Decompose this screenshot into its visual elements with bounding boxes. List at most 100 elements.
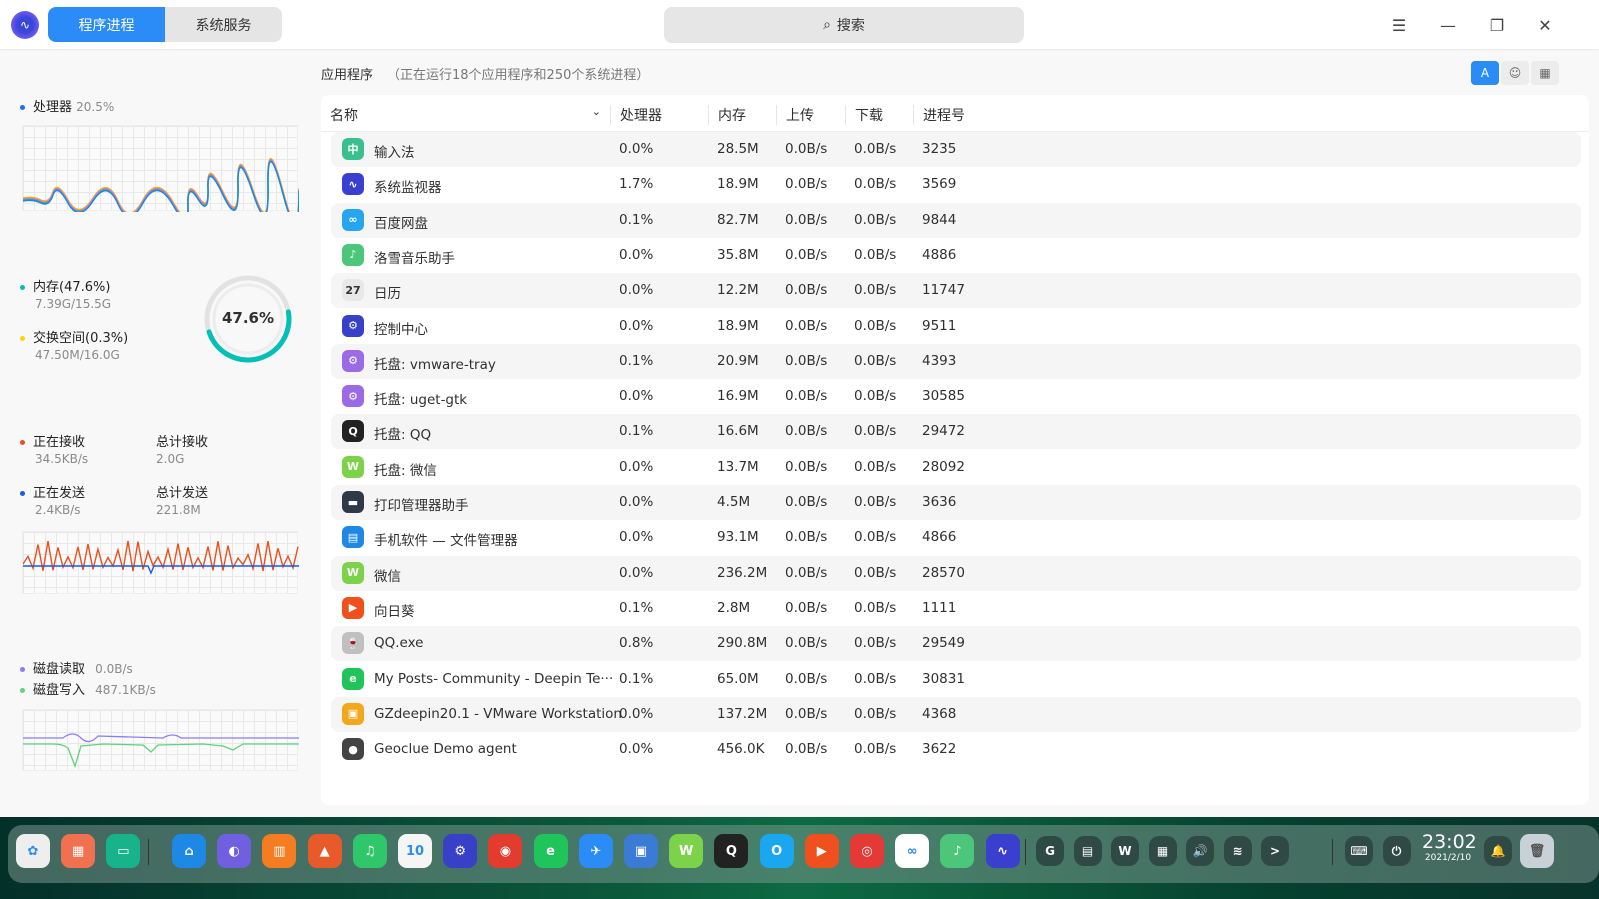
process-pid: 4886 — [922, 246, 957, 263]
table-row[interactable]: ● Geoclue Demo agent 0.0% 456.0K 0.0B/s 0.0B/… — [331, 732, 1581, 767]
table-row[interactable]: e My Posts- Community - Deepin Te··· 0.1% 6… — [331, 662, 1581, 697]
table-row[interactable]: 🍷 QQ.exe 0.8% 290.8M 0.0B/s 0.0B/s 29549 — [331, 626, 1581, 662]
col-name[interactable]: 名称 ⌄ — [321, 105, 611, 125]
process-pid: 9844 — [922, 211, 957, 228]
table-row[interactable]: 27 日历 0.0% 12.2M 0.0B/s 0.0B/s 11747 — [331, 273, 1581, 309]
clock[interactable]: 23:02 2021/2/10 — [1422, 831, 1477, 863]
dock-file-manager-icon[interactable]: ⌂ — [172, 834, 206, 868]
dock-desktop-icon[interactable]: ▭ — [106, 834, 141, 868]
close-button[interactable]: ✕ — [1532, 12, 1558, 38]
process-mem: 18.9M — [717, 317, 759, 334]
app-logo-icon: ∿ — [11, 11, 39, 39]
memory-label: 内存(47.6%) — [20, 276, 110, 295]
tray-0-icon[interactable]: G — [1036, 836, 1064, 866]
dock-netease-music-icon[interactable]: ◎ — [850, 834, 884, 868]
dock-browser-icon[interactable]: ◐ — [217, 834, 252, 868]
user-filter-icon[interactable]: ☺ — [1501, 61, 1529, 85]
swap-detail: 47.50M/16.0G — [35, 348, 120, 362]
process-down: 0.0B/s — [854, 352, 897, 369]
dock-wechat-icon[interactable]: W — [669, 834, 704, 868]
table-row[interactable]: ▬ 打印管理器助手 0.0% 4.5M 0.0B/s 0.0B/s 3636 — [331, 485, 1581, 520]
process-up: 0.0B/s — [785, 317, 828, 334]
dock-launcher-icon[interactable]: ✿ — [16, 834, 50, 868]
dock-edge-icon[interactable]: e — [533, 834, 568, 868]
process-cpu: 0.1% — [619, 423, 654, 440]
table-row[interactable]: ∿ 系统监视器 1.7% 18.9M 0.0B/s 0.0B/s 3569 — [331, 167, 1581, 202]
dock-system-monitor-icon[interactable]: ∿ — [985, 834, 1020, 868]
tab-processes[interactable]: 程序进程 — [48, 7, 165, 42]
search-input[interactable]: ⌕ 搜索 — [664, 7, 1024, 43]
tray-4-icon[interactable]: 🔊 — [1186, 836, 1214, 866]
table-row[interactable]: 中输入法 0.0% 28.5M 0.0B/s 0.0B/s 3235 — [331, 132, 1581, 167]
process-pid: 3569 — [922, 176, 957, 193]
dock-multitasking-icon[interactable]: ▦ — [61, 834, 96, 868]
dock-uget-icon[interactable]: O — [759, 834, 794, 868]
minimize-button[interactable]: — — [1435, 12, 1461, 38]
col-pid[interactable]: 进程号 — [913, 105, 965, 125]
table-row[interactable]: ⚙ 托盘: vmware-tray 0.1% 20.9M 0.0B/s 0.0B/s 439… — [331, 343, 1581, 379]
table-row[interactable]: ⚙ 控制中心 0.0% 18.9M 0.0B/s 0.0B/s 9511 — [331, 309, 1581, 344]
dock-baidu-netdisk-icon[interactable]: ∞ — [895, 834, 930, 868]
table-row[interactable]: ♪ 洛雪音乐助手 0.0% 35.8M 0.0B/s 0.0B/s 4886 — [331, 238, 1581, 273]
table-row[interactable]: Q 托盘: QQ 0.1% 16.6M 0.0B/s 0.0B/s 29472 — [331, 414, 1581, 450]
process-name: 输入法 — [374, 145, 415, 161]
process-pid: 4393 — [922, 352, 957, 369]
col-download[interactable]: 下载 — [845, 105, 883, 125]
process-down: 0.0B/s — [854, 564, 897, 581]
table-row[interactable]: ▤ 手机软件 — 文件管理器 0.0% 93.1M 0.0B/s 0.0B/s 4866 — [331, 520, 1581, 555]
process-cpu: 0.0% — [619, 564, 654, 581]
col-memory[interactable]: 内存 — [708, 105, 746, 125]
process-cpu: 0.0% — [619, 705, 654, 722]
table-row[interactable]: ⚙ 托盘: uget-gtk 0.0% 16.9M 0.0B/s 0.0B/s 30585 — [331, 379, 1581, 414]
notification-icon[interactable]: 🔔 — [1484, 836, 1512, 866]
tray-6-icon[interactable]: > — [1261, 836, 1289, 866]
memory-ring-percent: 47.6% — [221, 309, 275, 327]
table-row[interactable]: W 托盘: 微信 0.0% 13.7M 0.0B/s 0.0B/s 28092 — [331, 450, 1581, 485]
maximize-button[interactable]: ❐ — [1484, 12, 1510, 38]
dock-music-icon[interactable]: ♫ — [352, 834, 387, 868]
process-down: 0.0B/s — [854, 458, 897, 475]
dock-lx-music-icon[interactable]: ♪ — [940, 834, 975, 868]
dock-chrome-icon[interactable]: ◉ — [488, 834, 523, 868]
tray-1-icon[interactable]: ▤ — [1073, 836, 1102, 866]
all-filter-icon[interactable]: ▦ — [1531, 61, 1559, 85]
apps-filter-icon[interactable]: A — [1471, 61, 1499, 85]
app-icon: Q — [342, 420, 364, 443]
tray-7-icon[interactable]: ⌨ — [1345, 836, 1373, 866]
table-row[interactable]: ▶ 向日葵 0.1% 2.8M 0.0B/s 0.0B/s 1111 — [331, 591, 1581, 626]
menu-icon[interactable]: ☰ — [1386, 12, 1412, 38]
tab-services[interactable]: 系统服务 — [165, 7, 282, 42]
col-cpu[interactable]: 处理器 — [610, 105, 662, 125]
summary-panel: 处理器 20.5% 内存(47.6%) 7.39G/15.5G 交换空间(0.3… — [0, 49, 305, 817]
process-cpu: 0.8% — [619, 635, 654, 652]
process-cpu: 0.1% — [619, 670, 654, 687]
dock-control-center-icon[interactable]: ⚙ — [443, 834, 478, 868]
send-value: 2.4KB/s — [35, 503, 81, 517]
dock-sunlogin-icon[interactable]: ▶ — [804, 834, 839, 868]
title-bar: ∿ 程序进程 系统服务 ⌕ 搜索 ☰ — ❐ ✕ — [0, 0, 1599, 49]
app-icon: ∞ — [342, 208, 364, 231]
dock-qq-icon[interactable]: Q — [714, 834, 749, 868]
process-mem: 82.7M — [717, 211, 759, 228]
cpu-lines — [22, 158, 300, 225]
col-upload[interactable]: 上传 — [776, 105, 814, 125]
dock-vmware-icon[interactable]: ▣ — [624, 834, 658, 868]
process-mem: 137.2M — [717, 705, 768, 722]
dock-thunder-icon[interactable]: ✈ — [578, 834, 613, 868]
process-mem: 18.9M — [717, 176, 759, 193]
tray-5-icon[interactable]: ≋ — [1223, 836, 1252, 866]
table-row[interactable]: W 微信 0.0% 236.2M 0.0B/s 0.0B/s 28570 — [331, 555, 1581, 591]
trash-icon[interactable]: 🗑 — [1520, 834, 1554, 868]
network-lines — [22, 540, 299, 575]
table-row[interactable]: ∞ 百度网盘 0.1% 82.7M 0.0B/s 0.0B/s 9844 — [331, 202, 1581, 238]
process-mem: 2.8M — [717, 599, 751, 616]
app-icon: ▬ — [342, 491, 364, 513]
tray-2-icon[interactable]: W — [1111, 836, 1139, 866]
dock-image-viewer-icon[interactable]: ▲ — [307, 834, 342, 868]
dock-app-store-icon[interactable]: ▥ — [262, 834, 297, 868]
table-row[interactable]: ▣ GZdeepin20.1 - VMware Workstation 0.0% 13… — [331, 696, 1581, 732]
process-pid: 3235 — [922, 141, 957, 157]
tray-8-icon[interactable]: ⏻ — [1382, 836, 1411, 866]
tray-3-icon[interactable]: ▦ — [1148, 836, 1177, 866]
dock-calendar-icon[interactable]: 10 — [398, 834, 432, 868]
